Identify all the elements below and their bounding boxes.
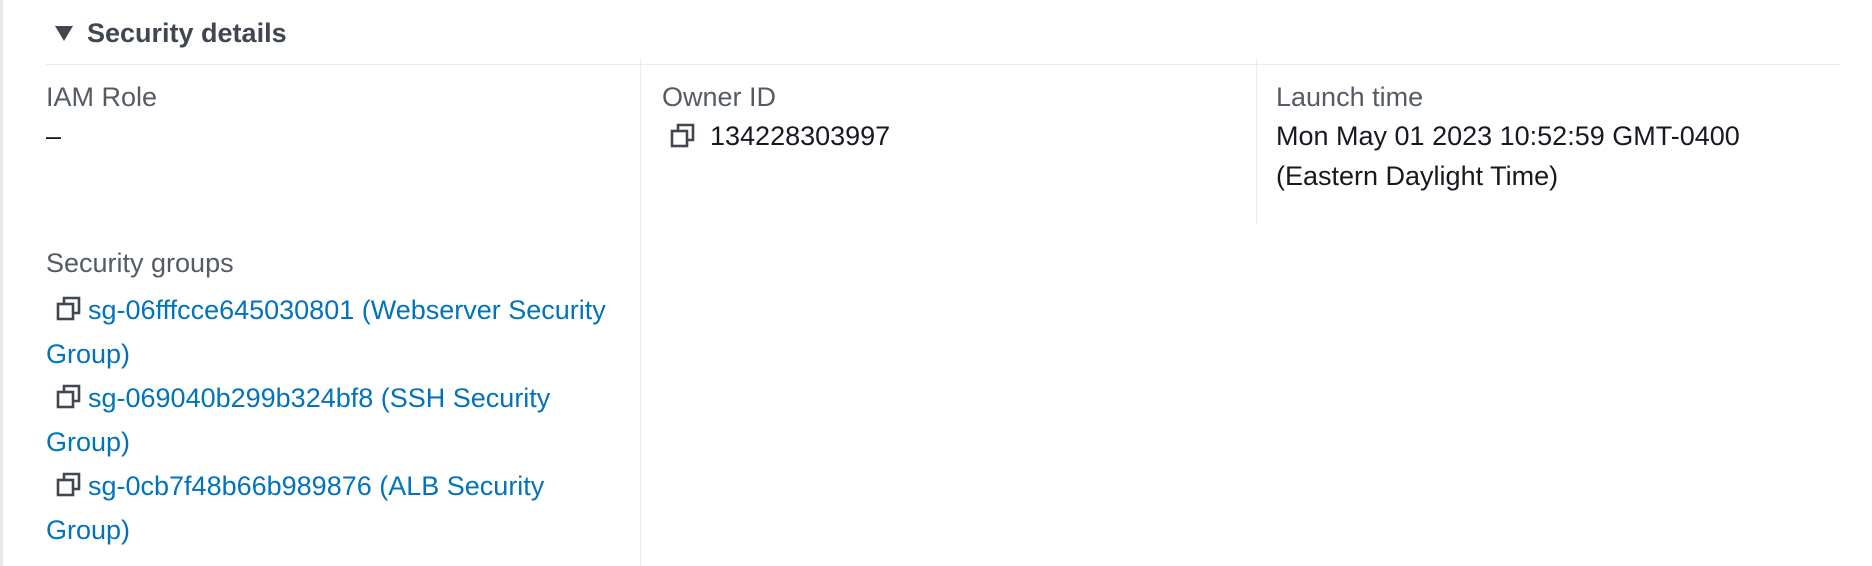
security-groups-label: Security groups xyxy=(46,248,234,278)
owner-id-row: 134228303997 xyxy=(662,114,890,158)
security-groups-field: Security groups sg-06fffcce645030801 (We… xyxy=(46,246,616,552)
owner-id-value: 134228303997 xyxy=(710,121,891,151)
column-divider-1 xyxy=(640,58,641,566)
security-group-link[interactable]: sg-06fffcce645030801 (Webserver Security… xyxy=(46,295,606,369)
launch-time-field: Launch time Mon May 01 2023 10:52:59 GMT… xyxy=(1276,80,1740,198)
iam-role-label: IAM Role xyxy=(46,82,158,112)
header-divider xyxy=(46,64,1840,65)
launch-time-label: Launch time xyxy=(1276,82,1424,112)
security-groups-list: sg-06fffcce645030801 (Webserver Security… xyxy=(46,288,616,552)
copy-icon[interactable] xyxy=(56,472,82,498)
iam-role-field: IAM Role – xyxy=(46,80,157,158)
security-group-link[interactable]: sg-069040b299b324bf8 (SSH Security Group… xyxy=(46,383,550,457)
copy-icon[interactable] xyxy=(670,123,696,149)
security-group-link[interactable]: sg-0cb7f48b66b989876 (ALB Security Group… xyxy=(46,471,544,545)
iam-role-value: – xyxy=(46,121,62,151)
list-item: sg-0cb7f48b66b989876 (ALB Security Group… xyxy=(46,464,616,552)
list-item: sg-069040b299b324bf8 (SSH Security Group… xyxy=(46,376,616,464)
owner-id-field: Owner ID 134228303997 xyxy=(662,80,890,158)
list-item: sg-06fffcce645030801 (Webserver Security… xyxy=(46,288,616,376)
owner-id-label: Owner ID xyxy=(662,82,777,112)
copy-icon[interactable] xyxy=(56,296,82,322)
launch-time-value-line2: (Eastern Daylight Time) xyxy=(1276,161,1559,191)
left-border xyxy=(0,0,3,566)
column-divider-2 xyxy=(1256,58,1257,224)
security-details-toggle[interactable]: Security details xyxy=(55,18,287,49)
copy-icon[interactable] xyxy=(56,384,82,410)
launch-time-value-line1: Mon May 01 2023 10:52:59 GMT-0400 xyxy=(1276,121,1740,151)
caret-down-icon xyxy=(55,26,73,41)
panel-title: Security details xyxy=(87,18,287,48)
